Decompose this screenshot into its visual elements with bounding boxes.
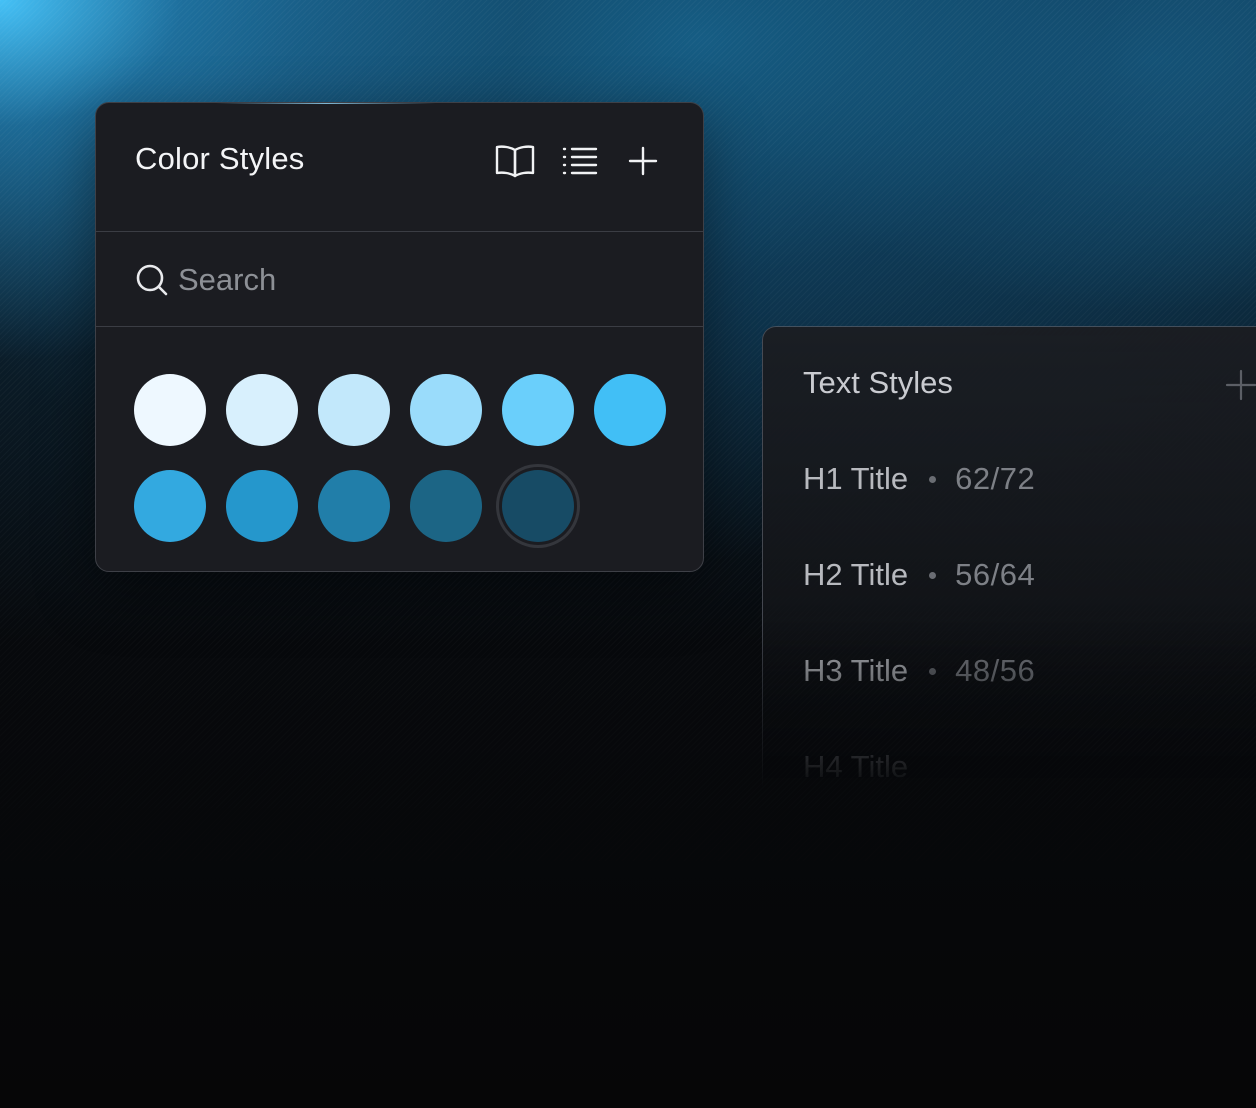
- text-style-item[interactable]: H2 Title 56/64: [803, 553, 1035, 597]
- text-style-item[interactable]: H1 Title 62/72: [803, 457, 1035, 501]
- color-swatch[interactable]: [502, 470, 574, 542]
- panel-title: Color Styles: [135, 141, 305, 176]
- text-style-size: 62/72: [955, 461, 1036, 496]
- color-swatch[interactable]: [318, 470, 390, 542]
- color-swatch[interactable]: [134, 470, 206, 542]
- text-styles-panel: Text Styles H1 Title 62/72 H2 Title 56/6…: [762, 326, 1256, 886]
- plus-icon[interactable]: [1221, 365, 1256, 405]
- color-swatch[interactable]: [502, 374, 574, 446]
- text-style-item[interactable]: H4 Title: [803, 745, 908, 789]
- color-swatch[interactable]: [134, 374, 206, 446]
- color-swatch[interactable]: [226, 374, 298, 446]
- plus-icon[interactable]: [621, 139, 665, 183]
- separator-dot: [929, 475, 937, 483]
- text-style-size: 56/64: [955, 557, 1036, 592]
- list-icon[interactable]: [558, 139, 602, 183]
- text-style-size: 48/56: [955, 653, 1036, 688]
- color-swatch[interactable]: [226, 470, 298, 542]
- search-input[interactable]: [178, 258, 658, 302]
- search-icon: [136, 264, 168, 296]
- text-style-name: H1 Title: [803, 461, 909, 496]
- color-styles-header: Color Styles: [96, 103, 703, 232]
- text-style-name: H4 Title: [803, 749, 909, 784]
- separator-dot: [929, 571, 937, 579]
- text-style-name: H3 Title: [803, 653, 909, 688]
- book-icon[interactable]: [493, 139, 537, 183]
- color-styles-panel: Color Styles: [95, 102, 704, 572]
- color-swatch[interactable]: [594, 374, 666, 446]
- canvas-background: Color Styles Search Text Styles H1 Title…: [0, 0, 1256, 1108]
- text-style-name: H2 Title: [803, 557, 909, 592]
- color-swatch[interactable]: [410, 374, 482, 446]
- panel-title: Text Styles: [803, 365, 953, 400]
- text-style-item[interactable]: H3 Title 48/56: [803, 649, 1035, 693]
- separator-dot: [929, 667, 937, 675]
- color-swatch[interactable]: [318, 374, 390, 446]
- search-bar: [96, 232, 703, 327]
- color-swatch[interactable]: [410, 470, 482, 542]
